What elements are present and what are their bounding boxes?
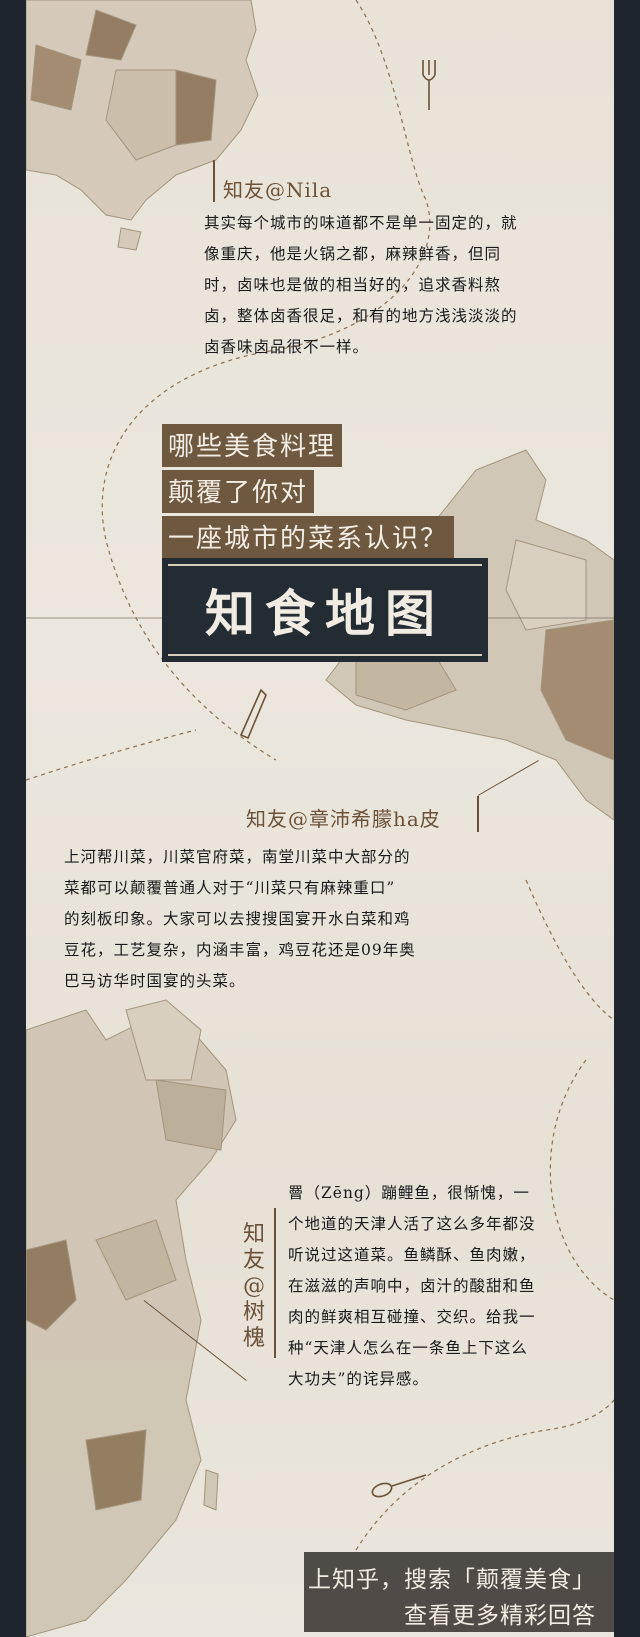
page: 知友@Nila 其实每个城市的味道都不是单一固定的，就 像重庆，他是火锅之都，麻… <box>0 0 640 1637</box>
author-divider <box>477 796 479 832</box>
author-divider <box>213 160 215 202</box>
brand-rule-top <box>168 564 482 566</box>
cta-line-1: 上知乎，搜索「颠覆美食」 <box>308 1567 596 1593</box>
paper-background: 知友@Nila 其实每个城市的味道都不是单一固定的，就 像重庆，他是火锅之都，麻… <box>26 0 614 1637</box>
author-char: @ <box>243 1274 265 1299</box>
comment-line: 罾（Zēng）蹦鲤鱼，很惭愧，一 <box>288 1184 530 1202</box>
comment-line: 在滋滋的声响中，卤汁的酸甜和鱼 <box>288 1277 536 1295</box>
brand-box: 知食地图 <box>162 558 488 662</box>
cta-line-2: 查看更多精彩回答 <box>404 1603 596 1629</box>
spoon-icon <box>371 1474 427 1498</box>
comment-line: 上河帮川菜，川菜官府菜，南堂川菜中大部分的 <box>64 848 411 866</box>
fork-icon <box>422 60 436 110</box>
knife-icon <box>239 688 267 740</box>
comment-line: 巴马访华时国宴的头菜。 <box>64 972 246 990</box>
comment-line: 其实每个城市的味道都不是单一固定的，就 <box>204 214 518 232</box>
headline-line-1: 哪些美食料理 <box>162 424 343 467</box>
comment-line: 的刻板印象。大家可以去搜搜国宴开水白菜和鸡 <box>64 910 411 928</box>
comment-line: 种“天津人怎么在一条鱼上下这么 <box>288 1339 528 1357</box>
comment-line: 菜都可以颠覆普通人对于“川菜只有麻辣重口” <box>64 879 396 897</box>
comment-line: 时，卤味也是做的相当好的，追求香料熬 <box>204 276 502 294</box>
author-name: 知友@章沛希朦ha皮 <box>246 807 441 831</box>
map-region-bottom <box>26 999 237 1637</box>
author-divider <box>274 1208 276 1358</box>
comment-line: 听说过这道菜。鱼鳞酥、鱼肉嫩， <box>288 1246 536 1264</box>
vertical-author-name: 知 友 @ 树 槐 <box>240 1222 268 1352</box>
author-name: 知友@Nila <box>223 178 333 202</box>
comment-line: 肉的鲜爽相互碰撞、交织。给我一 <box>288 1308 536 1326</box>
author-char: 槐 <box>242 1326 265 1351</box>
headline-line-2: 颠覆了你对 <box>162 470 315 513</box>
comment-line: 像重庆，他是火锅之都，麻辣鲜香，但同 <box>204 245 502 263</box>
comment-line: 卤，整体卤香很足，和有的地方浅浅淡淡的 <box>204 307 518 325</box>
author-char: 树 <box>242 1300 265 1325</box>
comment-text-1: 其实每个城市的味道都不是单一固定的，就 像重庆，他是火锅之都，麻辣鲜香，但同 时… <box>204 208 604 363</box>
author-char: 友 <box>242 1248 265 1273</box>
comment-text-2: 上河帮川菜，川菜官府菜，南堂川菜中大部分的 菜都可以颠覆普通人对于“川菜只有麻辣… <box>64 842 494 997</box>
comment-line: 卤香味卤品很不一样。 <box>204 338 370 356</box>
author-char: 知 <box>242 1222 265 1247</box>
comment-text-3: 罾（Zēng）蹦鲤鱼，很惭愧，一 个地道的天津人活了这么多年都没 听说过这道菜。… <box>288 1178 608 1395</box>
brand-rule-bottom <box>168 654 482 656</box>
headline-line-3: 一座城市的菜系认识？ <box>162 516 455 559</box>
comment-line: 豆花，工艺复杂，内涵丰富，鸡豆花还是09年奥 <box>64 941 416 959</box>
comment-line: 大功夫”的诧异感。 <box>288 1370 429 1388</box>
cta-box[interactable]: 上知乎，搜索「颠覆美食」 查看更多精彩回答 <box>304 1552 614 1632</box>
brand-title: 知食地图 <box>205 584 445 643</box>
comment-line: 个地道的天津人活了这么多年都没 <box>288 1215 536 1233</box>
